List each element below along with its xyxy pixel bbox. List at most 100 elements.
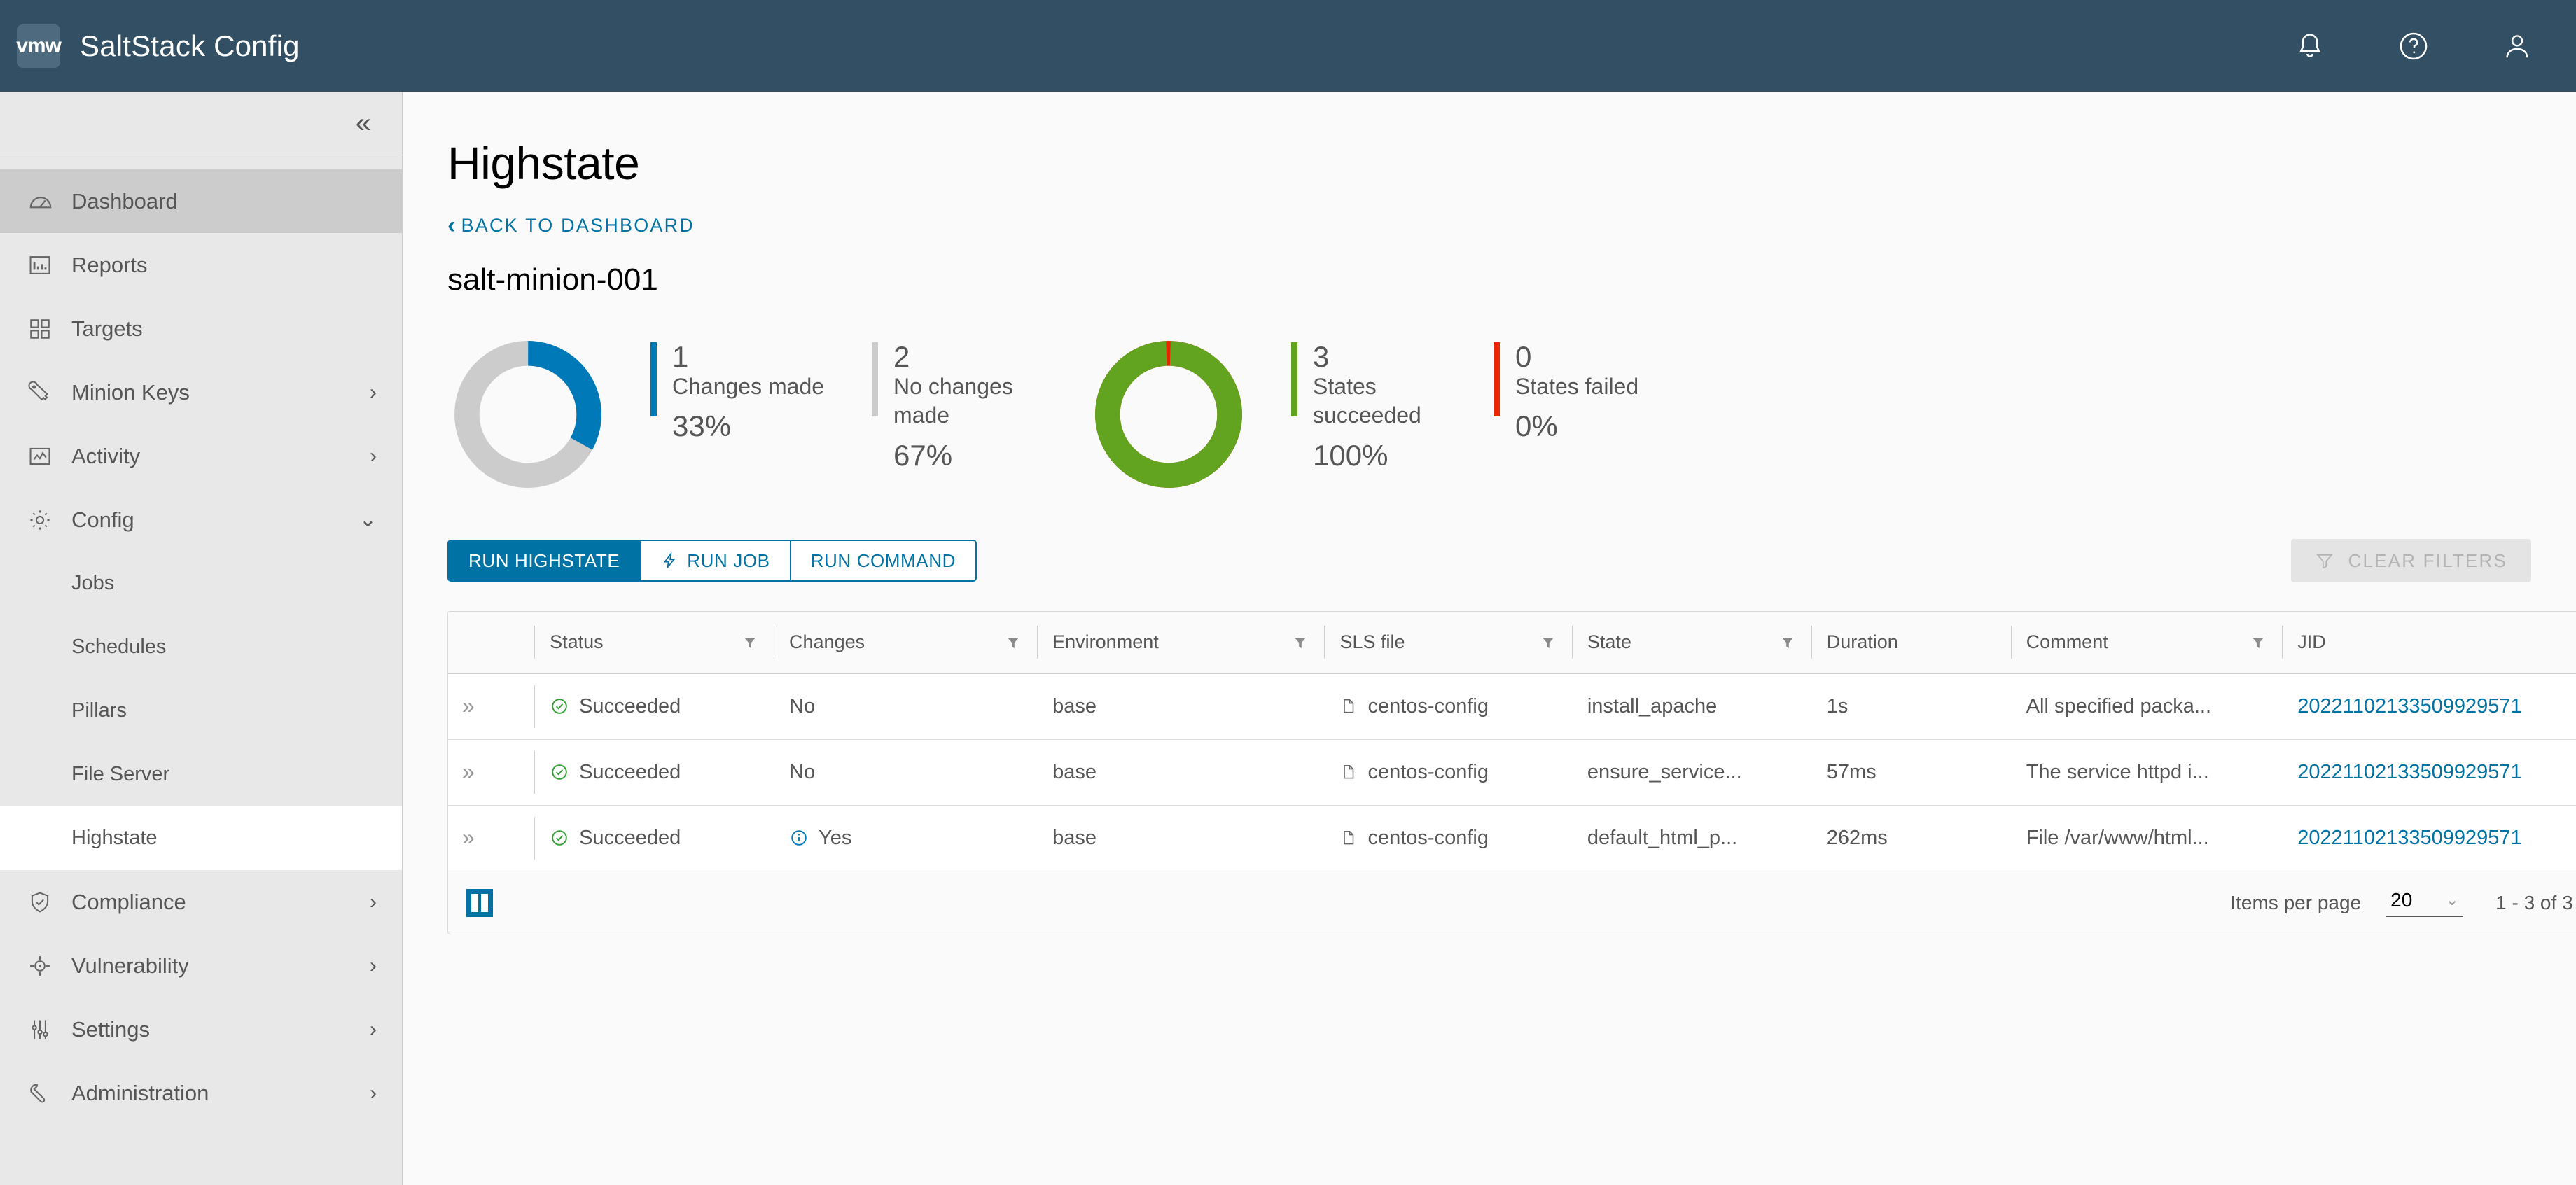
sidebar-collapse-button[interactable]: « [0, 92, 402, 155]
sidebar-item-activity[interactable]: Activity › [0, 424, 402, 488]
status-text: Succeeded [579, 826, 681, 849]
sidebar-item-config[interactable]: Config ⌄ [0, 488, 402, 552]
jid-link[interactable]: 20221102133509929571 [2297, 761, 2521, 783]
sidebar-subitem-label: File Server [71, 763, 170, 785]
column-header-status[interactable]: Status [534, 612, 774, 674]
states-donut-chart [1088, 334, 1249, 495]
sidebar-subitem-jobs[interactable]: Jobs [0, 552, 402, 615]
stat-changes-made: 1 Changes made 33% [650, 334, 824, 443]
sidebar-subitem-file-server[interactable]: File Server [0, 743, 402, 806]
stat-value: 3 [1313, 340, 1330, 373]
sidebar-nav: Dashboard Reports Targets Minion Keys › … [0, 155, 402, 1185]
filter-funnel-icon [2315, 551, 2334, 570]
column-picker-bar [471, 893, 478, 912]
jid-link[interactable]: 20221102133509929571 [2297, 695, 2521, 717]
notification-bell-icon[interactable] [2258, 0, 2362, 92]
cell-comment: All specified packa... [2010, 673, 2283, 740]
sidebar-item-dashboard[interactable]: Dashboard [0, 169, 402, 233]
run-highstate-label: RUN HIGHSTATE [468, 549, 620, 571]
chevron-left-icon: ‹ [447, 212, 457, 239]
sidebar-subitem-label: Schedules [71, 636, 167, 658]
sidebar-subitem-pillars[interactable]: Pillars [0, 679, 402, 743]
filter-icon[interactable] [1292, 634, 1309, 651]
table-row[interactable]: » Succeeded [448, 673, 2576, 740]
stat-no-changes-made: 2 No changes made 67% [872, 334, 1033, 472]
sidebar-item-label: Reports [71, 252, 148, 277]
stat-value: 0 [1515, 340, 1532, 373]
success-check-icon [550, 828, 569, 848]
sidebar-item-compliance[interactable]: Compliance › [0, 870, 402, 934]
items-per-page-label: Items per page [2230, 891, 2362, 913]
sidebar-item-minion-keys[interactable]: Minion Keys › [0, 360, 402, 424]
stat-percent: 33% [672, 409, 732, 443]
run-job-label: RUN JOB [687, 549, 770, 571]
stat-label: No changes made [893, 373, 1013, 428]
clear-filters-button[interactable]: CLEAR FILTERS [2290, 539, 2531, 582]
back-to-dashboard-link[interactable]: ‹ BACK TO DASHBOARD [447, 213, 695, 237]
cell-state: default_html_p... [1587, 826, 1738, 849]
sidebar-item-label: Administration [71, 1080, 209, 1105]
sidebar-subitem-schedules[interactable]: Schedules [0, 615, 402, 679]
row-expand-cell[interactable]: » [448, 805, 534, 871]
sidebar-subitem-highstate[interactable]: Highstate [0, 806, 402, 870]
chevron-right-icon: › [370, 1017, 377, 1041]
column-header-changes[interactable]: Changes [774, 612, 1038, 674]
sidebar-item-administration[interactable]: Administration › [0, 1061, 402, 1125]
pagination-range-text: 1 - 3 of 3 ite [2495, 891, 2576, 913]
chevron-right-icon: › [370, 953, 377, 977]
chevron-double-right-icon[interactable]: » [462, 693, 475, 718]
chevron-double-right-icon[interactable]: » [462, 825, 475, 850]
highstate-results-table: Status Changes Environment SLS file Stat… [447, 611, 2576, 934]
changes-donut-chart [447, 334, 608, 495]
sidebar-item-label: Dashboard [71, 188, 178, 213]
sidebar-item-label: Targets [71, 316, 143, 341]
sidebar-item-label: Settings [71, 1016, 151, 1042]
sidebar-item-label: Compliance [71, 889, 186, 914]
filter-icon[interactable] [1540, 634, 1557, 651]
table-footer: Items per page 20 ⌄ 1 - 3 of 3 ite [448, 871, 2576, 934]
column-label: JID [2297, 631, 2326, 652]
column-header-jid[interactable]: JID [2282, 612, 2576, 674]
run-highstate-button[interactable]: RUN HIGHSTATE [449, 541, 641, 580]
column-header-environment[interactable]: Environment [1037, 612, 1325, 674]
run-job-button[interactable]: RUN JOB [641, 541, 791, 580]
column-picker-button[interactable] [466, 888, 493, 917]
cell-status: Succeeded [534, 673, 774, 740]
column-header-comment[interactable]: Comment [2010, 612, 2283, 674]
column-header-sls-file[interactable]: SLS file [1324, 612, 1572, 674]
row-expand-cell[interactable]: » [448, 673, 535, 740]
column-header-state[interactable]: State [1571, 612, 1811, 674]
run-command-button[interactable]: RUN COMMAND [791, 541, 975, 580]
row-expand-cell[interactable]: » [448, 739, 535, 806]
filter-icon[interactable] [1005, 634, 1022, 651]
cell-comment: File /var/www/html... [2026, 826, 2209, 849]
column-label: SLS file [1339, 631, 1405, 652]
table-row[interactable]: » Succeeded [448, 739, 2576, 806]
cell-duration: 262ms [1826, 826, 1888, 849]
items-per-page-select[interactable]: 20 ⌄ [2386, 889, 2464, 917]
filter-icon[interactable] [2250, 634, 2267, 651]
user-account-icon[interactable] [2465, 0, 2569, 92]
sidebar-item-reports[interactable]: Reports [0, 233, 402, 297]
help-circle-icon[interactable] [2362, 0, 2465, 92]
status-text: Succeeded [579, 694, 681, 717]
cell-comment: The service httpd i... [2010, 739, 2283, 806]
jid-link[interactable]: 20221102133509929571 [2297, 827, 2521, 849]
stat-label: States failed [1515, 373, 1639, 399]
chevron-double-right-icon[interactable]: » [462, 759, 475, 784]
table-row[interactable]: » Succeeded [448, 805, 2576, 871]
cell-sls-file: centos-config [1324, 805, 1571, 871]
expand-column-header [448, 612, 535, 674]
main-content: Highstate ‹ BACK TO DASHBOARD salt-minio… [403, 92, 2576, 1185]
table-head: Status Changes Environment SLS file Stat… [448, 612, 2576, 674]
sidebar-item-vulnerability[interactable]: Vulnerability › [0, 934, 402, 997]
stat-percent: 0% [1515, 409, 1558, 443]
column-header-duration[interactable]: Duration [1811, 612, 2011, 674]
filter-icon[interactable] [1779, 634, 1796, 651]
sidebar-item-settings[interactable]: Settings › [0, 997, 402, 1061]
crosshair-icon [27, 953, 71, 979]
success-check-icon [550, 762, 569, 782]
filter-icon[interactable] [742, 634, 758, 651]
sidebar-item-targets[interactable]: Targets [0, 297, 402, 360]
dashboard-gauge-icon [27, 188, 71, 216]
